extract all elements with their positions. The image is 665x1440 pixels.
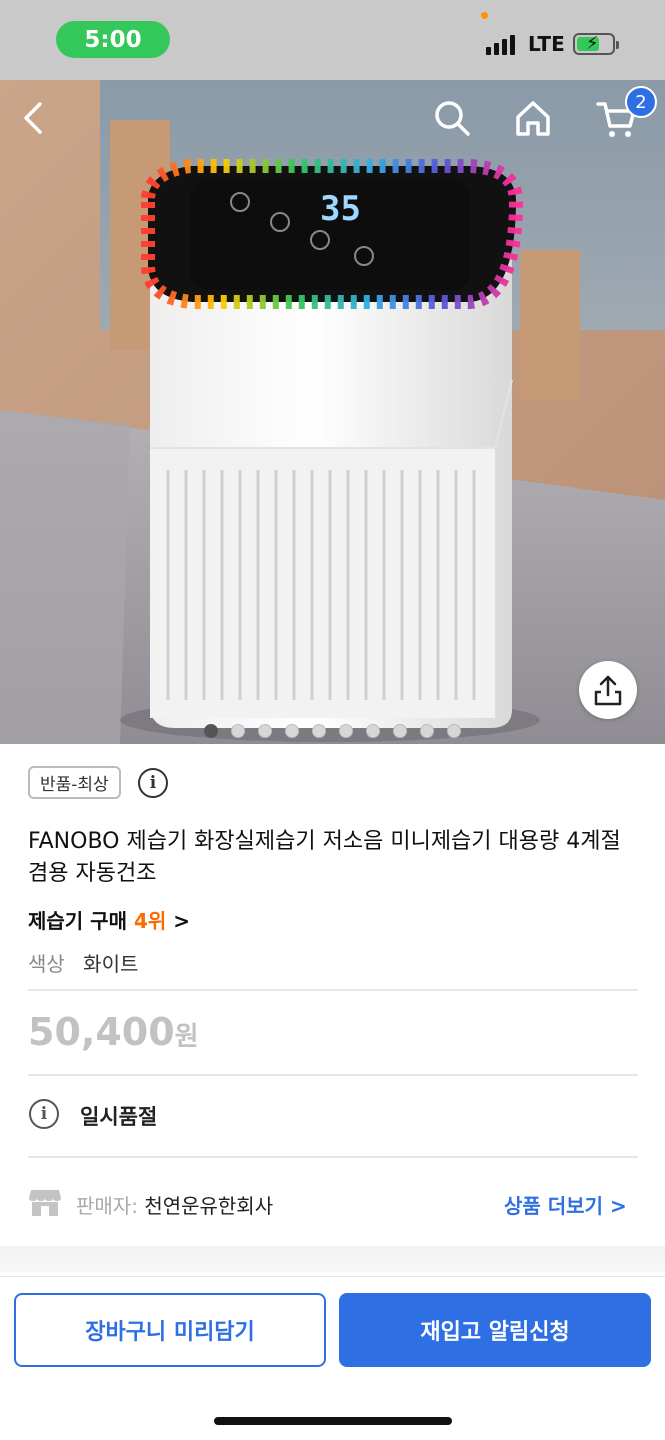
- gallery-dot[interactable]: [285, 724, 299, 738]
- seller-label: 판매자:: [76, 1194, 138, 1218]
- gallery-dot[interactable]: [204, 724, 218, 738]
- category-rank-link[interactable]: 제습기 구매 4위 >: [28, 905, 190, 934]
- more-products-label: 상품 더보기: [504, 1194, 603, 1218]
- chevron-right-icon: >: [609, 1194, 627, 1218]
- home-button[interactable]: [513, 98, 557, 142]
- option-row: 색상 화이트: [28, 948, 138, 977]
- product-image-gallery[interactable]: 35: [0, 80, 665, 744]
- cart-count-badge: 2: [625, 86, 657, 118]
- gallery-dot[interactable]: [420, 724, 434, 738]
- status-bar: 5:00 LTE ⚡: [0, 0, 665, 80]
- divider: [28, 1156, 638, 1158]
- humidity-readout: 35: [320, 189, 361, 229]
- gallery-dot[interactable]: [366, 724, 380, 738]
- info-icon[interactable]: i: [138, 768, 168, 798]
- rank-value: 4위: [133, 909, 167, 933]
- info-icon: i: [29, 1099, 59, 1129]
- time-pill: 5:00: [56, 21, 170, 58]
- divider: [28, 1074, 638, 1076]
- privacy-indicator-dot: [481, 12, 488, 19]
- gallery-pagination[interactable]: [204, 724, 461, 738]
- store-icon: [29, 1190, 61, 1216]
- rank-prefix: 제습기 구매: [28, 909, 127, 933]
- gallery-dot[interactable]: [231, 724, 245, 738]
- home-indicator[interactable]: [214, 1417, 452, 1425]
- price: 50,400원: [28, 1010, 199, 1054]
- search-icon: [435, 101, 470, 136]
- stock-status: 일시품절: [80, 1105, 158, 1129]
- gallery-dot[interactable]: [339, 724, 353, 738]
- charging-bolt-icon: ⚡: [586, 33, 599, 54]
- option-label: 색상: [28, 952, 65, 976]
- add-to-cart-button[interactable]: 장바구니 미리담기: [14, 1293, 326, 1367]
- option-value: 화이트: [83, 952, 139, 976]
- status-time: 5:00: [84, 26, 142, 53]
- share-icon: [594, 675, 622, 706]
- home-icon: [516, 101, 550, 136]
- back-button[interactable]: [20, 100, 60, 140]
- return-condition-badge: 반품-최상: [28, 766, 121, 799]
- chevron-right-icon: >: [173, 909, 190, 933]
- product-title: FANOBO 제습기 화장실제습기 저소음 미니제습기 대용량 4계절겸용 자동…: [28, 829, 621, 886]
- gallery-dot[interactable]: [312, 724, 326, 738]
- gallery-dot[interactable]: [447, 724, 461, 738]
- restock-alert-button[interactable]: 재입고 알림신청: [339, 1293, 651, 1367]
- share-button[interactable]: [579, 661, 637, 719]
- battery-icon: ⚡: [573, 33, 619, 55]
- seller-name: 천연운유한회사: [144, 1194, 274, 1218]
- product-image: 35: [0, 80, 665, 744]
- network-label: LTE: [528, 32, 565, 56]
- divider: [28, 989, 638, 991]
- gallery-dot[interactable]: [258, 724, 272, 738]
- chevron-left-icon: [24, 102, 42, 134]
- product-page: 5:00 LTE ⚡ 35 2 반품-최상 i FANOBO 제습기 화장실제습…: [0, 0, 665, 1440]
- price-currency: 원: [174, 1022, 199, 1052]
- gallery-dot[interactable]: [393, 724, 407, 738]
- signal-icon: [486, 33, 515, 55]
- more-products-link[interactable]: 상품 더보기 >: [504, 1190, 627, 1219]
- price-value: 50,400: [28, 1010, 175, 1054]
- return-condition-label: 반품-최상: [40, 775, 109, 795]
- section-separator: [0, 1246, 665, 1272]
- search-button[interactable]: [432, 98, 476, 142]
- seller-info: 판매자: 천연운유한회사: [76, 1190, 273, 1219]
